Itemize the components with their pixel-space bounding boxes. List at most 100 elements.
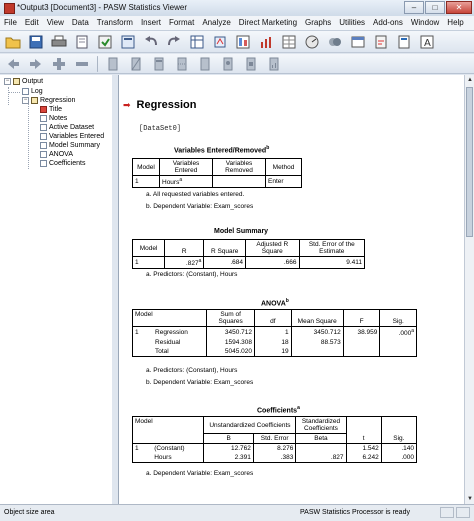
cell: 3450.712 (206, 326, 256, 339)
vars-table-title[interactable]: Variables Entered/Removedb (174, 145, 269, 154)
col-header: Std. Error (252, 433, 297, 444)
insert-heading-icon[interactable] (396, 34, 412, 50)
print-preview-icon[interactable] (74, 34, 90, 50)
tree-output[interactable]: − Output (4, 77, 43, 86)
tree-notes[interactable]: Notes (40, 114, 67, 123)
recall-dialog-icon[interactable] (120, 34, 136, 50)
menu-add-ons[interactable]: Add-ons (369, 16, 407, 30)
print-icon[interactable] (51, 34, 67, 50)
tree-model-summary[interactable]: Model Summary (40, 141, 100, 150)
cell: 1 (132, 326, 154, 339)
export-icon[interactable] (97, 34, 113, 50)
insert-text-icon[interactable]: A (419, 34, 435, 50)
menu-graphs[interactable]: Graphs (301, 16, 335, 30)
close-button[interactable]: ✕ (446, 1, 472, 14)
cell: 5045.020 (206, 347, 256, 358)
status-bar: Object size area PASW Statistics Process… (0, 504, 474, 521)
col-header: Sig. (379, 309, 417, 327)
goto-data-icon[interactable] (189, 34, 205, 50)
insert-note-icon[interactable] (197, 56, 213, 72)
show-hide-icon[interactable] (373, 34, 389, 50)
table-icon (40, 133, 47, 140)
model-summary-title[interactable]: Model Summary (214, 228, 268, 235)
undo-icon[interactable] (143, 34, 159, 50)
model-summary-table[interactable]: Model R R Square Adjusted R Square Std. … (131, 239, 366, 270)
chart-builder-icon[interactable] (258, 34, 274, 50)
status-cell (456, 507, 470, 518)
tree-anova[interactable]: ANOVA (40, 150, 73, 159)
menu-window[interactable]: Window (407, 16, 443, 30)
menu-direct-marketing[interactable]: Direct Marketing (235, 16, 301, 30)
table-icon (40, 142, 47, 149)
grid-table-icon[interactable] (281, 34, 297, 50)
tree-title[interactable]: Title (40, 105, 62, 114)
designate-window-icon[interactable] (350, 34, 366, 50)
open-folder-icon[interactable] (5, 34, 21, 50)
pane-splitter[interactable] (112, 75, 119, 504)
menu-insert[interactable]: Insert (137, 16, 165, 30)
col-header: Model (131, 239, 166, 257)
variables-entered-table[interactable]: Model Variables Entered Variables Remove… (132, 158, 302, 189)
scale-icon[interactable] (304, 34, 320, 50)
insert-page-break-icon[interactable] (174, 56, 190, 72)
scroll-up-icon[interactable]: ▲ (465, 75, 474, 85)
cell: .000 (380, 453, 418, 463)
hide-icon[interactable] (128, 56, 144, 72)
col-header: t (345, 433, 382, 444)
collapse-node-icon[interactable]: − (22, 97, 29, 104)
regression-heading[interactable]: Regression (137, 99, 197, 111)
minimize-button[interactable]: – (404, 1, 424, 14)
menu-analyze[interactable]: Analyze (198, 16, 234, 30)
menu-view[interactable]: View (43, 16, 68, 30)
menu-file[interactable]: File (0, 16, 21, 30)
coefficients-table[interactable]: Model Unstandardized Coefficients Standa… (131, 416, 418, 463)
script-icon[interactable] (327, 34, 343, 50)
title-bar: *Output3 [Document3] - PASW Statistics V… (0, 0, 474, 17)
cell: 1.542 (345, 443, 382, 453)
vertical-scrollbar[interactable]: ▲ ▼ (464, 75, 474, 504)
row-label: Regression (153, 326, 208, 339)
demote-right-arrow-icon[interactable] (28, 56, 44, 72)
expand-plus-icon[interactable] (51, 56, 67, 72)
menu-format[interactable]: Format (165, 16, 198, 30)
dataset-label[interactable]: [DataSet0] (139, 125, 181, 133)
collapse-node-icon[interactable]: − (4, 78, 11, 85)
tree-active-dataset[interactable]: Active Dataset (40, 123, 94, 132)
col-header: B (203, 433, 254, 444)
svg-text:A: A (424, 38, 431, 49)
menu-transform[interactable]: Transform (93, 16, 137, 30)
insert-object-icon[interactable] (243, 56, 259, 72)
maximize-button[interactable]: □ (425, 1, 445, 14)
coefficients-table-title[interactable]: Coefficientsa (257, 405, 300, 414)
tree-coefficients[interactable]: Coefficients (40, 159, 85, 168)
tree-log[interactable]: Log (22, 87, 43, 96)
menu-data[interactable]: Data (68, 16, 93, 30)
show-icon[interactable] (105, 56, 121, 72)
footnote: a. Predictors: (Constant), Hours (146, 367, 238, 374)
col-header: Standardized Coefficients (295, 416, 347, 434)
menu-bar: File Edit View Data Transform Insert For… (0, 16, 474, 31)
status-left: Object size area (4, 509, 55, 516)
insert-image-icon[interactable] (220, 56, 236, 72)
anova-table[interactable]: Model Sum of Squares df Mean Square F Si… (131, 309, 417, 358)
promote-left-arrow-icon[interactable] (5, 56, 21, 72)
insert-title-icon[interactable] (151, 56, 167, 72)
main-toolbar: A (0, 31, 474, 53)
save-icon[interactable] (28, 34, 44, 50)
goto-case-icon[interactable] (212, 34, 228, 50)
collapse-minus-icon[interactable] (74, 56, 90, 72)
scroll-down-icon[interactable]: ▼ (465, 494, 474, 504)
tree-variables-entered[interactable]: Variables Entered (40, 132, 104, 141)
scroll-thumb[interactable] (466, 87, 473, 237)
insert-chart-icon[interactable] (266, 56, 282, 72)
menu-edit[interactable]: Edit (21, 16, 43, 30)
col-header: Sum of Squares (206, 309, 256, 327)
anova-table-title[interactable]: ANOVAb (261, 298, 289, 307)
cell: Hoursa (159, 174, 213, 189)
tree-regression[interactable]: − Regression (22, 96, 75, 105)
redo-icon[interactable] (166, 34, 182, 50)
variables-icon[interactable] (235, 34, 251, 50)
menu-utilities[interactable]: Utilities (335, 16, 369, 30)
col-header: F (342, 309, 381, 327)
menu-help[interactable]: Help (443, 16, 467, 30)
